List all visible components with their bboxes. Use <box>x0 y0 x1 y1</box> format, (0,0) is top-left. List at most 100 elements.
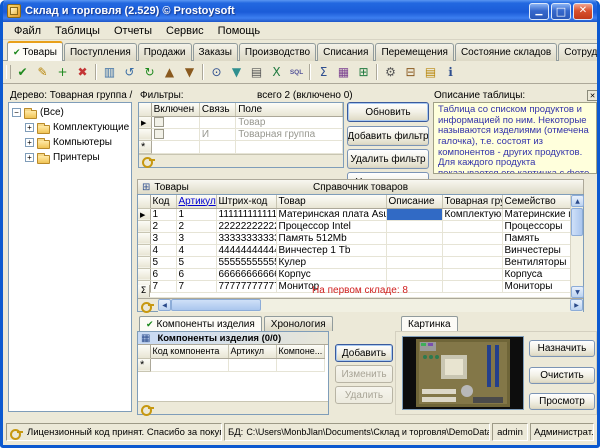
tab[interactable]: Перемещения <box>375 43 454 61</box>
table-cell[interactable]: 5 <box>150 256 176 268</box>
column-header[interactable]: Код компонента <box>150 345 228 358</box>
expand-icon[interactable] <box>25 138 34 147</box>
column-header[interactable]: Включен <box>151 103 199 116</box>
table-cell[interactable]: 1 <box>176 208 216 220</box>
close-button[interactable] <box>573 3 593 20</box>
horizontal-scrollbar[interactable]: ◀ ▶ <box>158 299 583 312</box>
maximize-button[interactable] <box>551 3 571 20</box>
vertical-scrollbar[interactable]: ▲ ▼ <box>570 195 583 298</box>
table-cell[interactable]: 3 <box>150 232 176 244</box>
table-cell[interactable] <box>442 256 502 268</box>
excel-icon[interactable]: X <box>267 63 286 82</box>
filter-new-row[interactable] <box>139 140 343 153</box>
add-filter-button[interactable]: Добавить фильтр <box>347 126 429 146</box>
undo-icon[interactable]: ↺ <box>120 63 139 82</box>
delete-icon[interactable]: ✖ <box>73 63 92 82</box>
delete-component-button[interactable]: Удалить <box>335 386 393 404</box>
minimize-button[interactable] <box>529 3 549 20</box>
tab[interactable]: Товары <box>7 41 63 61</box>
table-cell[interactable]: 1111111111111 <box>216 208 276 220</box>
scroll-right-icon[interactable]: ▶ <box>570 299 583 311</box>
components-new-row[interactable] <box>138 358 324 371</box>
table-row[interactable]: 111111111111111Материнская плата AsusКом… <box>138 208 570 220</box>
table-cell[interactable]: Материнская плата Asus <box>276 208 386 220</box>
add-component-button[interactable]: Добавить <box>335 344 393 362</box>
table-cell[interactable]: 6 <box>150 268 176 280</box>
sort-desc-icon[interactable]: ▼ <box>180 63 199 82</box>
table-cell[interactable]: Вентиляторы <box>502 256 570 268</box>
scroll-left-icon[interactable]: ◀ <box>158 299 171 311</box>
column-header[interactable]: Штрих-код <box>216 195 276 208</box>
table-cell[interactable] <box>228 358 276 371</box>
menu-item[interactable]: Помощь <box>211 23 268 39</box>
table-cell[interactable]: Материнские платы <box>502 208 570 220</box>
filter-enabled-checkbox[interactable] <box>154 129 164 139</box>
table-cell[interactable]: 4444444444444 <box>216 244 276 256</box>
filter-field-cell[interactable]: Товар <box>236 116 343 128</box>
column-header[interactable]: Код <box>150 195 176 208</box>
table-cell[interactable]: Корпуса <box>502 268 570 280</box>
tab-components[interactable]: Компоненты изделия <box>139 316 262 331</box>
table-cell[interactable]: Кулер <box>276 256 386 268</box>
table-cell[interactable] <box>150 358 228 371</box>
collapse-icon[interactable] <box>12 108 21 117</box>
table-cell[interactable] <box>386 268 442 280</box>
tree-item[interactable]: Комплектующие <box>9 120 131 135</box>
column-header[interactable]: Артикул <box>228 345 276 358</box>
tab-picture[interactable]: Картинка <box>401 316 458 331</box>
tab[interactable]: Производство <box>239 43 316 61</box>
table-cell[interactable]: Процессоры <box>502 220 570 232</box>
copy-icon[interactable]: ▥ <box>100 63 119 82</box>
table-cell[interactable]: Память <box>502 232 570 244</box>
table-cell[interactable]: Процессор Intel <box>276 220 386 232</box>
table-row[interactable]: 666666666666666КорпусКорпуса <box>138 268 570 280</box>
column-header[interactable]: Связь <box>199 103 235 116</box>
menu-item[interactable]: Файл <box>7 23 48 39</box>
column-header[interactable]: Описание <box>386 195 442 208</box>
menu-item[interactable]: Отчеты <box>107 23 159 39</box>
table-cell[interactable] <box>442 232 502 244</box>
table-cell[interactable]: 2222222222222 <box>216 220 276 232</box>
menu-item[interactable]: Таблицы <box>48 23 107 39</box>
tab[interactable]: Продажи <box>138 43 192 61</box>
refresh-button[interactable]: Обновить <box>347 102 429 122</box>
table-cell[interactable]: Память 512Mb <box>276 232 386 244</box>
sort-asc-icon[interactable]: ▲ <box>160 63 179 82</box>
filter-enabled-checkbox[interactable] <box>154 117 164 127</box>
tree-item-root[interactable]: (Все) <box>9 105 131 120</box>
table-cell[interactable] <box>276 358 324 371</box>
table-cell[interactable] <box>442 220 502 232</box>
clear-picture-button[interactable]: Очистить <box>529 367 595 384</box>
tab[interactable]: Сотрудники <box>558 43 600 61</box>
filter-link-cell[interactable] <box>199 116 235 128</box>
sql-icon[interactable]: SQL <box>287 63 306 82</box>
table-cell[interactable]: 4 <box>150 244 176 256</box>
calc-icon[interactable]: ⊟ <box>401 63 420 82</box>
table-row[interactable]: 555555555555555КулерВентиляторы <box>138 256 570 268</box>
column-header[interactable]: Семейство <box>502 195 570 208</box>
table-cell[interactable]: 2 <box>176 220 216 232</box>
tree-icon[interactable]: ⊞ <box>354 63 373 82</box>
table-cell[interactable] <box>386 232 442 244</box>
table-cell[interactable] <box>386 220 442 232</box>
table-cell[interactable] <box>386 256 442 268</box>
tab[interactable]: Состояние складов <box>455 43 557 61</box>
tree-item[interactable]: Компьютеры <box>9 135 131 150</box>
expand-icon[interactable] <box>25 123 34 132</box>
table-cell[interactable]: 6 <box>176 268 216 280</box>
edit-component-button[interactable]: Изменить <box>335 365 393 383</box>
table-row[interactable]: 444444444444444Винчестер 1 TbВинчестеры <box>138 244 570 256</box>
info-icon[interactable]: ℹ <box>441 63 460 82</box>
column-header[interactable]: Товар <box>276 195 386 208</box>
table-cell[interactable] <box>442 244 502 256</box>
view-picture-button[interactable]: Просмотр <box>529 393 595 410</box>
tab[interactable]: Поступления <box>64 43 137 61</box>
table-cell[interactable]: Комплектующие <box>442 208 502 220</box>
table-cell[interactable]: 2 <box>150 220 176 232</box>
edit-icon[interactable]: ✎ <box>33 63 52 82</box>
table-cell[interactable]: Корпус <box>276 268 386 280</box>
table-cell[interactable] <box>386 208 442 220</box>
tab[interactable]: Списания <box>317 43 374 61</box>
table-cell[interactable]: 3 <box>176 232 216 244</box>
menu-item[interactable]: Сервис <box>159 23 211 39</box>
